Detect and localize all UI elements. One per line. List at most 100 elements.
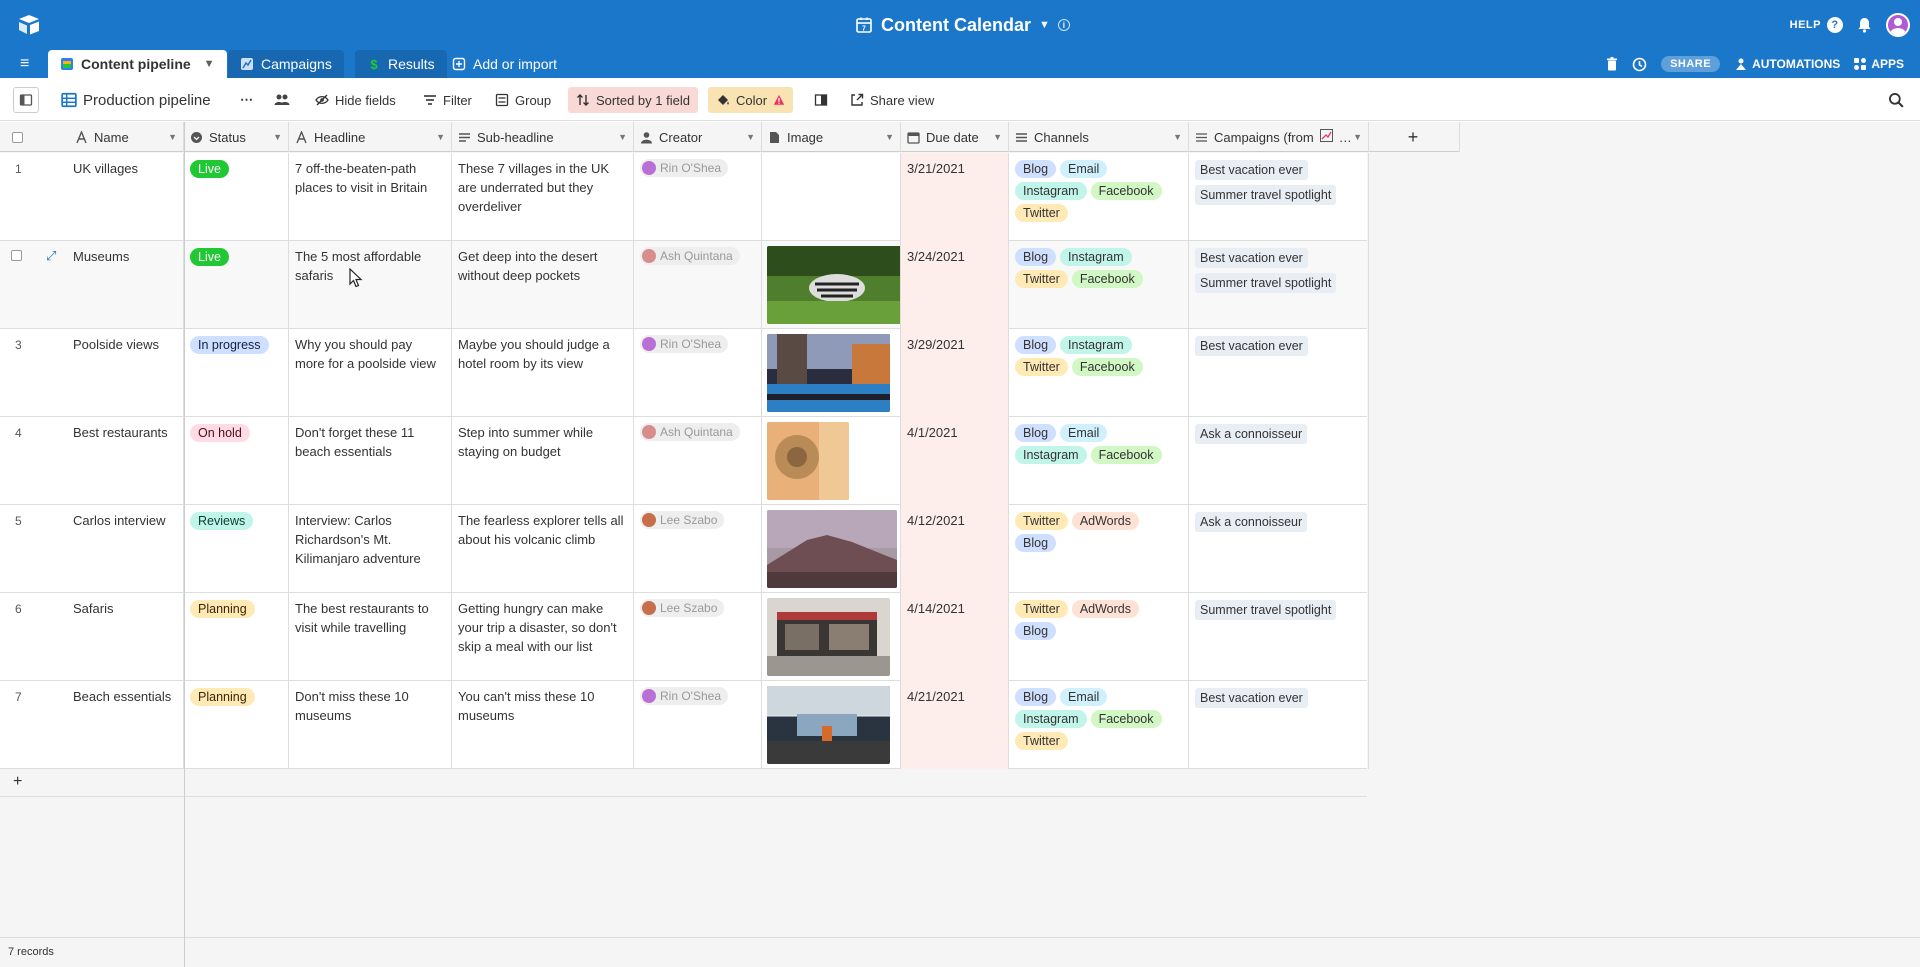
subheadline-cell[interactable]: The fearless explorer tells all about hi… [452,505,634,593]
tab-campaigns[interactable]: Campaigns [228,50,344,78]
subheadline-cell[interactable]: Getting hungry can make your trip a disa… [452,593,634,681]
chevron-down-icon[interactable]: ▼ [1039,19,1050,31]
hamburger-menu-icon[interactable]: ≡ [20,56,36,72]
campaigns-cell[interactable]: Best vacation ever [1189,329,1369,417]
column-header-name[interactable]: Name ▼ [0,122,184,152]
filter-button[interactable]: Filter [415,87,480,113]
headline-cell[interactable]: The best restaurants to visit while trav… [289,593,452,681]
add-record-button[interactable]: + [0,767,1367,797]
column-header-channels[interactable]: Channels ▼ [1009,122,1189,152]
due-date-cell[interactable]: 4/14/2021 [901,593,1009,681]
due-date-cell[interactable]: 4/12/2021 [901,505,1009,593]
subheadline-cell[interactable]: These 7 villages in the UK are underrate… [452,153,634,241]
campaigns-cell[interactable]: Best vacation ever Summer travel spotligh… [1189,241,1369,329]
status-cell[interactable]: On hold [184,417,289,505]
select-all-checkbox[interactable] [12,131,23,143]
creator-cell[interactable]: Rin O'Shea [634,681,762,769]
table-row[interactable]: ⤢ Museums Live The 5 most affordable safari… [0,241,1369,329]
headline-cell[interactable]: Interview: Carlos Richardson's Mt. Kilim… [289,505,452,593]
attachment-thumbnail[interactable] [767,598,890,676]
sort-button[interactable]: Sorted by 1 field [568,87,698,113]
attachment-thumbnail[interactable] [767,334,890,412]
status-cell[interactable]: Planning [184,681,289,769]
table-row[interactable]: 6 Safaris Planning The best restaurants to … [0,593,1369,681]
column-header-creator[interactable]: Creator ▼ [634,122,762,152]
table-row[interactable]: 1 UK villages Live 7 off-the-beaten-path pl… [0,153,1369,241]
attachment-thumbnail[interactable] [767,246,901,324]
attachment-thumbnail[interactable] [767,510,897,588]
hide-fields-button[interactable]: Hide fields [307,87,404,113]
search-button[interactable] [1880,87,1912,113]
attachment-thumbnail[interactable] [767,422,849,500]
status-cell[interactable]: Reviews [184,505,289,593]
table-row[interactable]: 3 Poolside views In progress Why you should… [0,329,1369,417]
subheadline-cell[interactable]: Step into summer while staying on budget [452,417,634,505]
table-row[interactable]: 4 Best restaurants On hold Don't forget the… [0,417,1369,505]
status-cell[interactable]: Live [184,241,289,329]
attachment-thumbnail[interactable] [767,686,890,764]
table-row[interactable]: 7 Beach essentials Planning Don't miss thes… [0,681,1369,769]
column-menu-chevron-icon[interactable]: ▼ [618,132,627,142]
name-cell[interactable]: ⤢ Museums [0,241,184,329]
base-title[interactable]: 7 Content Calendar ▼ i [855,0,1070,50]
expand-record-icon[interactable]: ⤢ [46,246,56,265]
column-menu-chevron-icon[interactable]: ▼ [885,132,894,142]
share-button[interactable]: SHARE [1661,56,1721,72]
column-menu-chevron-icon[interactable]: ▼ [436,132,445,142]
campaigns-cell[interactable]: Best vacation ever Summer travel spotligh… [1189,153,1369,241]
subheadline-cell[interactable]: Get deep into the desert without deep po… [452,241,634,329]
headline-cell[interactable]: Don't miss these 10 museums [289,681,452,769]
headline-cell[interactable]: Don't forget these 11 beach essentials [289,417,452,505]
airtable-logo-icon[interactable] [16,12,42,38]
name-cell[interactable]: 1 UK villages [0,153,184,241]
column-menu-chevron-icon[interactable]: ▼ [746,132,755,142]
due-date-cell[interactable]: 3/29/2021 [901,329,1009,417]
history-icon[interactable] [1632,57,1647,72]
add-or-import-button[interactable]: Add or import [440,50,569,78]
image-cell[interactable] [762,153,901,241]
channels-cell[interactable]: Blog Email Instagram Facebook Twitter [1009,153,1189,241]
image-cell[interactable] [762,241,901,329]
campaigns-cell[interactable]: Ask a connoisseur [1189,505,1369,593]
column-menu-chevron-icon[interactable]: ▼ [993,132,1002,142]
image-cell[interactable] [762,417,901,505]
image-cell[interactable] [762,593,901,681]
row-checkbox[interactable] [11,250,22,261]
channels-cell[interactable]: Blog Instagram Twitter Facebook [1009,329,1189,417]
column-header-image[interactable]: Image ▼ [762,122,901,152]
creator-cell[interactable]: Rin O'Shea [634,329,762,417]
creator-cell[interactable]: Ash Quintana [634,417,762,505]
column-menu-chevron-icon[interactable]: ▼ [168,132,177,142]
info-icon[interactable]: i [1057,19,1070,31]
name-cell[interactable]: 6 Safaris [0,593,184,681]
status-cell[interactable]: Planning [184,593,289,681]
tab-content-pipeline[interactable]: Content pipeline ▼ [48,50,227,78]
user-avatar[interactable] [1886,13,1910,37]
table-row[interactable]: 5 Carlos interview Reviews Interview: Carlo… [0,505,1369,593]
view-switcher[interactable]: Production pipeline [53,87,219,113]
channels-cell[interactable]: Blog Instagram Twitter Facebook [1009,241,1189,329]
headline-cell[interactable]: The 5 most affordable safaris [289,241,452,329]
column-header-sub-headline[interactable]: Sub-headline ▼ [452,122,634,152]
subheadline-cell[interactable]: You can't miss these 10 museums [452,681,634,769]
image-cell[interactable] [762,505,901,593]
tab-results[interactable]: $ Results [355,50,447,78]
channels-cell[interactable]: Blog Email Instagram Facebook [1009,417,1189,505]
chevron-down-icon[interactable]: ▼ [204,58,215,70]
help-icon[interactable]: ? [1827,17,1843,33]
column-header-due-date[interactable]: Due date ▼ [901,122,1009,152]
group-button[interactable]: Group [487,87,559,113]
status-cell[interactable]: In progress [184,329,289,417]
image-cell[interactable] [762,329,901,417]
collaborators-button[interactable] [266,87,298,113]
campaigns-cell[interactable]: Ask a connoisseur [1189,417,1369,505]
color-button[interactable]: Color [708,87,794,113]
apps-button[interactable]: APPS [1854,57,1904,71]
name-cell[interactable]: 3 Poolside views [0,329,184,417]
column-header-campaigns-from[interactable]: Campaigns (from … ▼ [1189,122,1369,152]
channels-cell[interactable]: Twitter AdWords Blog [1009,505,1189,593]
channels-cell[interactable]: Blog Email Instagram Facebook Twitter [1009,681,1189,769]
name-cell[interactable]: 4 Best restaurants [0,417,184,505]
creator-cell[interactable]: Ash Quintana [634,241,762,329]
automations-button[interactable]: AUTOMATIONS [1734,57,1840,71]
